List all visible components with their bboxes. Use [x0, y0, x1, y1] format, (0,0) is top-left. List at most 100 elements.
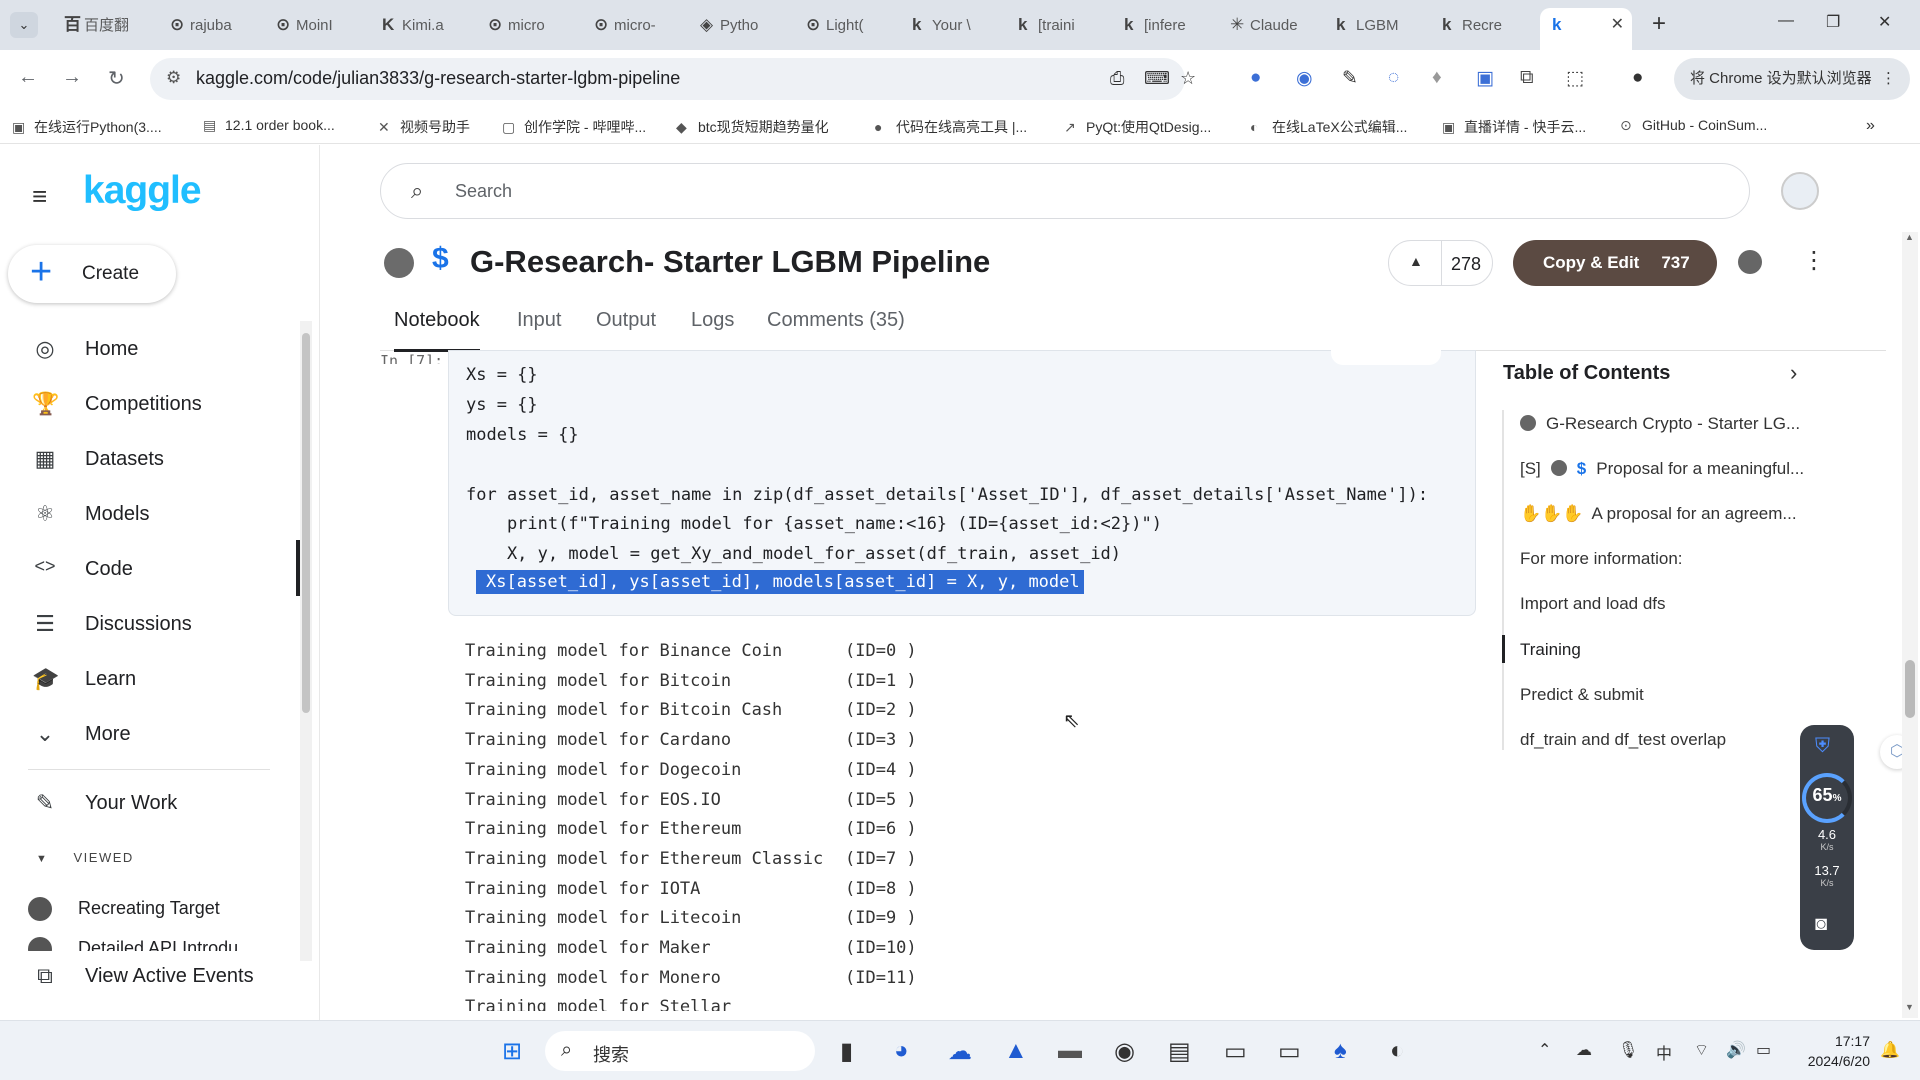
copy-edit-button[interactable]: Copy & Edit 737: [1513, 240, 1717, 286]
extension-chat-icon[interactable]: ◌: [1388, 67, 1399, 89]
extension-shield-icon[interactable]: ▣: [1476, 67, 1494, 90]
bookmark-item[interactable]: ▣ 直播详情 - 快手云...: [1442, 117, 1586, 137]
bookmark-item[interactable]: ⊙ GitHub - CoinSum...: [1620, 117, 1767, 134]
volume-icon[interactable]: 🔊: [1726, 1040, 1746, 1060]
extension-pen-icon[interactable]: ✎: [1342, 67, 1358, 90]
browser-tab[interactable]: ⊙ rajuba: [158, 8, 262, 42]
monitor-icon[interactable]: ▭: [1278, 1037, 1301, 1066]
sidebar-item-your-work[interactable]: ✎ Your Work: [0, 780, 300, 824]
bookmark-item[interactable]: ◐ 在线LaTeX公式编辑...: [1250, 117, 1407, 137]
reload-icon[interactable]: ↻: [108, 66, 125, 91]
forward-icon[interactable]: →: [62, 66, 82, 89]
camera-icon[interactable]: ◙: [1815, 913, 1827, 936]
battery-icon[interactable]: ▭: [1756, 1040, 1771, 1060]
extension-badge-icon[interactable]: ◉: [1296, 67, 1313, 90]
toc-item[interactable]: For more information:: [1520, 549, 1683, 569]
wifi-icon[interactable]: ⌔: [1694, 1040, 1709, 1060]
search-input[interactable]: Search: [455, 181, 512, 202]
microphone-icon[interactable]: 🎙: [1618, 1040, 1638, 1060]
browser-tab[interactable]: k [infere: [1112, 8, 1216, 42]
toc-item[interactable]: G-Research Crypto - Starter LG...: [1520, 414, 1800, 434]
task-view-icon[interactable]: ▮: [840, 1037, 853, 1066]
page-scrollbar[interactable]: ▲ ▼: [1902, 232, 1918, 1018]
kaggle-logo[interactable]: kaggle: [83, 169, 202, 213]
ime-indicator[interactable]: 中: [1656, 1040, 1672, 1064]
browser-tab[interactable]: ◈ Pytho: [688, 8, 792, 42]
address-bar[interactable]: ⚙ kaggle.com/code/julian3833/g-research-…: [150, 58, 1196, 100]
scrollbar-thumb[interactable]: [302, 333, 310, 713]
site-search[interactable]: ⌕ Search: [380, 163, 1750, 219]
browser-tab[interactable]: K Kimi.a: [370, 8, 474, 42]
new-tab-button[interactable]: +: [1652, 10, 1666, 38]
bookmark-item[interactable]: ↗ PyQt:使用QtDesig...: [1064, 117, 1211, 137]
browser-tab[interactable]: ⊙ micro-: [582, 8, 686, 42]
toc-item[interactable]: df_train and df_test overlap: [1520, 730, 1726, 750]
folder-icon[interactable]: ▬: [1058, 1037, 1082, 1065]
bookmark-item[interactable]: ● 代码在线高亮工具 |...: [874, 117, 1027, 137]
bookmark-item[interactable]: ◆ btc现货短期趋势量化: [676, 117, 829, 137]
collaborator-avatar[interactable]: [1738, 250, 1762, 274]
toc-item[interactable]: [S] $ Proposal for a meaningful...: [1520, 459, 1804, 479]
create-button[interactable]: + Create: [8, 245, 176, 303]
network-speed-widget[interactable]: ⛨ 65% 4.6 K/s 13.7 K/s ◙: [1800, 725, 1854, 950]
tab-comments[interactable]: Comments (35): [767, 309, 905, 332]
sidebar-item-competitions[interactable]: 🏆 Competitions: [0, 381, 300, 425]
sidebar-item-home[interactable]: ◎ Home: [0, 326, 300, 370]
sidebar-item-code[interactable]: <> Code: [0, 540, 300, 596]
bookmark-star-icon[interactable]: ☆: [1180, 68, 1196, 89]
scroll-down-icon[interactable]: ▼: [1905, 1002, 1914, 1012]
extension-globe-icon[interactable]: ●: [1250, 67, 1261, 89]
bookmark-item[interactable]: ✕ 视频号助手: [378, 117, 470, 137]
cloud-icon[interactable]: ☁: [1576, 1040, 1592, 1060]
extension-screenshot-icon[interactable]: ⧉: [1520, 67, 1534, 89]
chevron-right-icon[interactable]: ›: [1790, 360, 1797, 386]
bookmark-item[interactable]: ▣ 在线运行Python(3....: [12, 117, 162, 137]
close-tab-icon[interactable]: ✕: [1611, 8, 1624, 42]
author-avatar[interactable]: [384, 248, 414, 278]
install-app-icon[interactable]: ⎙: [1110, 68, 1124, 89]
sidebar-item-models[interactable]: ⚛ Models: [0, 491, 300, 535]
back-icon[interactable]: ←: [18, 66, 38, 89]
sidebar-item-learn[interactable]: 🎓 Learn: [0, 656, 300, 700]
app-icon[interactable]: ♠: [1334, 1037, 1347, 1065]
bookmark-item[interactable]: ▤ 12.1 order book...: [203, 117, 335, 134]
user-avatar[interactable]: [1781, 172, 1819, 210]
browser-tab[interactable]: k LGBM: [1324, 8, 1428, 42]
tab-search-button[interactable]: ⌄: [10, 12, 38, 38]
tab-logs[interactable]: Logs: [691, 309, 734, 332]
browser-tab[interactable]: ⊙ micro: [476, 8, 580, 42]
bookmark-item[interactable]: ▢ 创作学院 - 哔哩哔...: [502, 117, 646, 137]
code-cell[interactable]: Xs = {} ys = {} models = {} for asset_id…: [448, 347, 1476, 616]
sidebar-item-more[interactable]: ⌄ More: [0, 711, 300, 755]
toc-item[interactable]: ✋✋✋ A proposal for an agreem...: [1520, 504, 1797, 524]
profile-icon[interactable]: ●: [1632, 67, 1643, 89]
sidebar-item-discussions[interactable]: ☰ Discussions: [0, 601, 300, 645]
restore-button[interactable]: ❐: [1826, 12, 1840, 32]
site-info-icon[interactable]: ⚙: [166, 68, 181, 88]
more-vertical-icon[interactable]: ⋮: [1881, 58, 1896, 100]
browser-tab[interactable]: 百百度翻: [52, 8, 156, 42]
more-options-icon[interactable]: ⋮: [1802, 246, 1826, 275]
minimize-button[interactable]: —: [1778, 12, 1794, 30]
viewed-item-recreating-target[interactable]: Recreating Target: [28, 897, 220, 921]
browser-tab[interactable]: ⊙ MoinI: [264, 8, 368, 42]
upvote-button[interactable]: ▲ 278: [1388, 240, 1493, 286]
view-active-events-link[interactable]: ⧉ View Active Events: [0, 953, 300, 997]
toc-item[interactable]: Predict & submit: [1520, 685, 1644, 705]
tab-active[interactable]: k ✕: [1540, 8, 1632, 50]
browser-tab[interactable]: k Recre: [1430, 8, 1534, 42]
scroll-up-icon[interactable]: ▲: [1905, 232, 1914, 242]
browser-tab[interactable]: k Your \: [900, 8, 1004, 42]
close-window-button[interactable]: ✕: [1878, 12, 1891, 32]
set-default-browser-chip[interactable]: 将 Chrome 设为默认浏览器 ⋮: [1674, 58, 1910, 100]
notification-bell-icon[interactable]: 🔔: [1880, 1040, 1900, 1060]
sidebar-scrollbar[interactable]: [300, 321, 312, 961]
tab-input[interactable]: Input: [517, 309, 561, 332]
calculator-icon[interactable]: ▤: [1168, 1037, 1191, 1066]
browser-tab[interactable]: k [traini: [1006, 8, 1110, 42]
tab-output[interactable]: Output: [596, 309, 656, 332]
more-bookmarks-icon[interactable]: »: [1866, 117, 1875, 135]
chevron-up-icon[interactable]: ⌃: [1538, 1040, 1551, 1060]
extensions-puzzle-icon[interactable]: ⬚: [1566, 67, 1584, 90]
app-icon[interactable]: ☁: [948, 1037, 972, 1066]
